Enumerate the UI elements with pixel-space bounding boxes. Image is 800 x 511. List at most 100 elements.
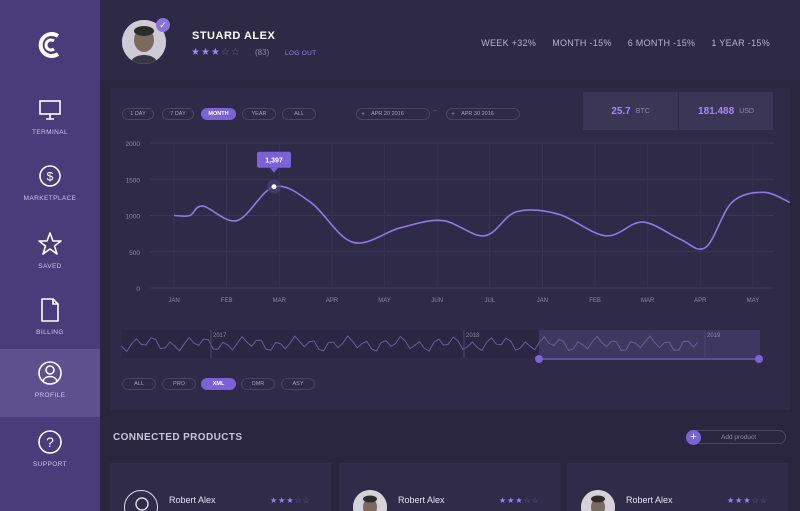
range-month[interactable]: MONTH xyxy=(201,108,236,120)
y-tick-label: 1000 xyxy=(126,214,141,221)
y-tick-label: 0 xyxy=(136,286,140,293)
product-card[interactable]: Robert Alex ★★★☆☆ xyxy=(339,463,560,511)
sidebar-item-profile[interactable]: PROFILE xyxy=(0,349,100,417)
verified-badge-icon: ✓ xyxy=(156,18,170,32)
date-to: APR 30 2016 xyxy=(461,111,494,117)
format-pro[interactable]: PRO xyxy=(162,378,196,390)
range-handle-left[interactable] xyxy=(535,355,543,363)
sidebar-item-saved[interactable]: SAVED xyxy=(0,220,100,288)
user-name: STUARD ALEX xyxy=(192,30,276,42)
tooltip-label: 1,397 xyxy=(265,158,283,165)
format-all[interactable]: ALL xyxy=(122,378,156,390)
range-1-day[interactable]: 1 DAY xyxy=(122,108,154,120)
x-tick-label: MAR xyxy=(641,298,655,304)
sidebar-item-terminal[interactable]: TERMINAL xyxy=(0,86,100,154)
range-all[interactable]: ALL xyxy=(282,108,316,120)
product-avatar xyxy=(581,490,615,511)
date-from-picker[interactable]: + APR 20 2016 xyxy=(356,108,430,120)
year-label: 2018 xyxy=(466,333,480,339)
connected-products-title: CONNECTED PRODUCTS xyxy=(113,432,243,443)
plus-icon: + xyxy=(451,110,456,118)
usd-price: 181.488 USD xyxy=(678,92,773,130)
x-tick-label: FEB xyxy=(221,298,233,304)
year-label: 2019 xyxy=(707,333,721,339)
sidebar-item-label: PROFILE xyxy=(34,392,66,399)
timeline-navigator[interactable]: 2017 2018 2019 xyxy=(110,326,790,366)
logo-icon xyxy=(38,32,60,58)
x-tick-label: MAY xyxy=(747,298,760,304)
plus-icon: + xyxy=(361,110,366,118)
x-tick-label: APR xyxy=(326,298,339,304)
y-tick-label: 1500 xyxy=(126,177,141,184)
rating-stars: ★★★☆☆ xyxy=(191,47,241,58)
product-avatar xyxy=(353,490,387,511)
btc-value: 25.7 xyxy=(611,105,631,117)
y-tick-label: 2000 xyxy=(126,141,141,148)
x-tick-label: FEB xyxy=(589,298,601,304)
btc-price: 25.7 BTC xyxy=(583,92,678,130)
btc-label: BTC xyxy=(635,107,650,115)
x-tick-label: JAN xyxy=(537,298,548,304)
stat-week: WEEK +32% xyxy=(481,38,537,48)
sidebar-item-marketplace[interactable]: $ MARKETPLACE xyxy=(0,152,100,220)
user-icon xyxy=(36,359,64,387)
range-handle-right[interactable] xyxy=(755,355,763,363)
date-to-picker[interactable]: + APR 30 2016 xyxy=(446,108,520,120)
profile-header: ✓ STUARD ALEX ★★★☆☆ (83) LOG OUT WEEK +3… xyxy=(100,0,800,80)
plus-icon: + xyxy=(686,430,701,445)
sidebar-item-label: TERMINAL xyxy=(31,129,69,136)
rating-count: (83) xyxy=(255,48,270,57)
sidebar-item-billing[interactable]: BILLING xyxy=(0,286,100,354)
line-chart[interactable]: 2000 1500 1000 500 0 JAN FEB MAR APR MAY JUN JUL JAN… xyxy=(110,138,790,338)
star-icon xyxy=(36,230,64,258)
range-7-day[interactable]: 7 DAY xyxy=(162,108,194,120)
tooltip-arrow xyxy=(270,167,278,173)
product-card[interactable]: Robert Alex ★★★☆☆ xyxy=(567,463,788,511)
stat-month: MONTH -15% xyxy=(552,38,612,48)
x-tick-label: JUN xyxy=(431,298,443,304)
sidebar-item-label: BILLING xyxy=(36,329,64,336)
date-from: APR 20 2016 xyxy=(371,111,404,117)
product-rating-stars: ★★★☆☆ xyxy=(499,496,540,505)
x-tick-label: MAR xyxy=(273,298,287,304)
monitor-icon xyxy=(36,96,64,124)
chart-panel: 1 DAY 7 DAY MONTH YEAR ALL + APR 20 2016… xyxy=(110,88,790,410)
logout-link[interactable]: LOG OUT xyxy=(285,50,316,57)
add-product-label: Add product xyxy=(721,434,757,441)
x-tick-label: JUL xyxy=(484,298,495,304)
svg-text:?: ? xyxy=(46,434,54,450)
highlight-point[interactable] xyxy=(271,184,277,190)
product-owner-name: Robert Alex xyxy=(169,495,216,505)
product-rating-stars: ★★★☆☆ xyxy=(727,496,768,505)
format-xml[interactable]: XML xyxy=(201,378,236,390)
sidebar-item-label: SUPPORT xyxy=(32,461,68,468)
x-tick-label: JAN xyxy=(168,298,179,304)
range-year[interactable]: YEAR xyxy=(242,108,276,120)
stat-1-year: 1 YEAR -15% xyxy=(711,38,770,48)
sidebar-item-label: SAVED xyxy=(38,263,62,270)
product-owner-name: Robert Alex xyxy=(626,495,673,505)
product-rating-stars: ★★★☆☆ xyxy=(270,496,311,505)
usd-value: 181.488 xyxy=(698,105,735,117)
avatar[interactable]: ✓ xyxy=(122,18,170,64)
x-tick-label: MAY xyxy=(378,298,391,304)
format-dmr[interactable]: DMR xyxy=(241,378,275,390)
year-label: 2017 xyxy=(213,333,227,339)
question-icon: ? xyxy=(36,428,64,456)
date-separator: – xyxy=(433,106,438,115)
stat-6-month: 6 MONTH -15% xyxy=(627,38,696,48)
document-icon xyxy=(36,296,64,324)
price-box: 25.7 BTC 181.488 USD xyxy=(583,92,773,130)
dollar-icon: $ xyxy=(36,162,64,190)
format-asy[interactable]: ASY xyxy=(281,378,315,390)
sidebar: TERMINAL $ MARKETPLACE SAVED BILLING PRO… xyxy=(0,0,100,511)
timeline-selection xyxy=(539,330,760,358)
sidebar-item-support[interactable]: ? SUPPORT xyxy=(0,418,100,486)
add-product-button[interactable]: + Add product xyxy=(686,430,786,445)
product-owner-name: Robert Alex xyxy=(398,495,445,505)
series-line xyxy=(173,185,790,250)
sidebar-item-label: MARKETPLACE xyxy=(23,195,77,202)
svg-text:$: $ xyxy=(47,170,54,184)
usd-label: USD xyxy=(739,107,754,115)
product-card[interactable]: Robert Alex ★★★☆☆ xyxy=(110,463,331,511)
